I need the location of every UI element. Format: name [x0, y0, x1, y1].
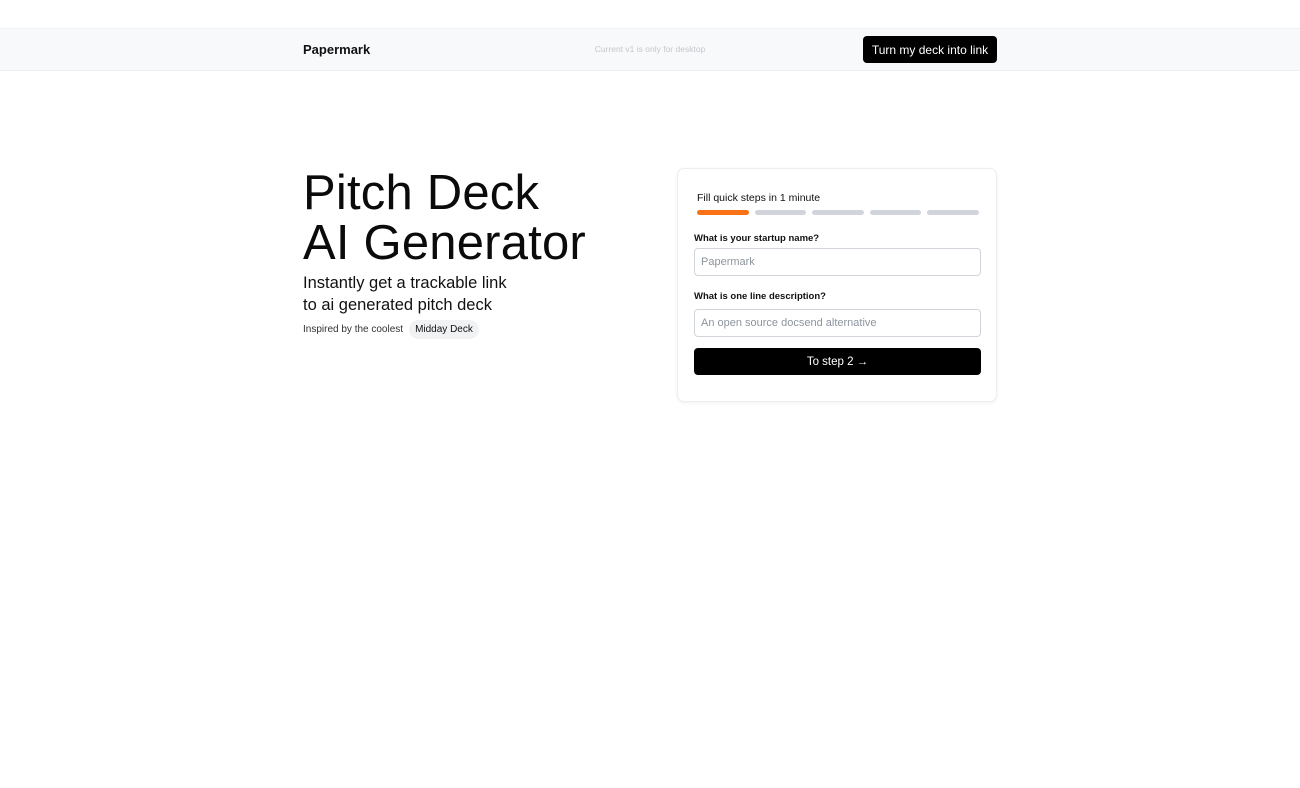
page: Papermark Current v1 is only for desktop…	[0, 0, 1300, 788]
to-step-2-button[interactable]: To step 2 →	[694, 348, 981, 375]
step-progress-bar	[697, 210, 979, 216]
startup-name-label: What is your startup name?	[694, 233, 820, 244]
hero-subtitle-line-1: Instantly get a trackable link	[303, 274, 507, 292]
hero-subtitle-line-2: to ai generated pitch deck	[303, 296, 492, 314]
progress-step-4	[869, 210, 922, 215]
hero-subtitle: Instantly get a trackable link to ai gen…	[303, 272, 603, 316]
progress-step-1	[697, 210, 749, 215]
inspired-by: Inspired by the coolest Midday Deck	[303, 320, 479, 339]
hero-title-line-1: Pitch Deck	[303, 166, 540, 220]
description-input[interactable]	[694, 309, 981, 337]
inspired-text: Inspired by the coolest	[303, 324, 404, 335]
progress-step-3	[812, 210, 864, 215]
turn-deck-into-link-button[interactable]: Turn my deck into link	[863, 36, 997, 63]
header-bar: Papermark Current v1 is only for desktop…	[0, 28, 1300, 71]
startup-name-input[interactable]	[694, 248, 981, 276]
description-label: What is one line description?	[694, 291, 826, 302]
desktop-notice: Current v1 is only for desktop	[594, 44, 706, 54]
hero-title-line-2: AI Generator	[303, 216, 586, 270]
steps-label: Fill quick steps in 1 minute	[697, 192, 821, 204]
progress-step-5	[927, 210, 979, 215]
midday-deck-link[interactable]: Midday Deck	[409, 320, 479, 339]
progress-step-2	[754, 210, 807, 215]
generator-form-card: Fill quick steps in 1 minute What is you…	[677, 168, 997, 402]
hero-title: Pitch Deck AI Generator	[303, 168, 663, 268]
